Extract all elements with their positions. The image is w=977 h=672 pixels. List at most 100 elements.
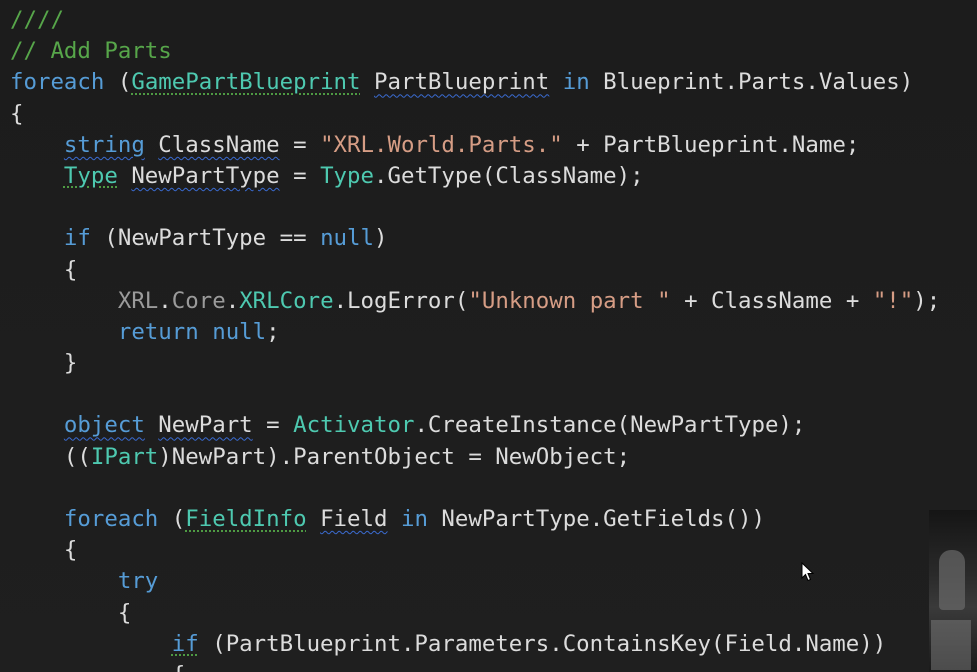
code-line[interactable]: } xyxy=(10,348,940,379)
code-token: { xyxy=(10,256,78,283)
code-line[interactable]: if (NewPartType == null) xyxy=(10,223,940,254)
code-token: (( xyxy=(10,443,91,470)
code-token: { xyxy=(10,537,78,564)
code-line[interactable] xyxy=(10,192,940,223)
code-token: "!" xyxy=(872,287,914,314)
code-token: ( xyxy=(158,506,186,532)
code-line[interactable]: return null; xyxy=(10,317,940,348)
code-token: IPart xyxy=(90,443,159,470)
code-token: FieldInfo xyxy=(185,506,307,532)
code-token: if xyxy=(63,225,91,252)
code-token: foreach xyxy=(63,506,159,532)
code-token: "Unknown part " xyxy=(468,287,671,314)
code-line[interactable]: { xyxy=(10,255,940,286)
code-token: "XRL.World.Parts." xyxy=(320,131,563,158)
code-token: ; xyxy=(266,318,280,345)
code-token: XRLCore xyxy=(239,287,334,314)
code-token: return xyxy=(117,318,199,345)
code-token: NewPartType xyxy=(131,162,280,189)
code-token: ); xyxy=(913,287,941,314)
code-line[interactable]: //// xyxy=(10,5,940,36)
code-line[interactable]: foreach (GamePartBlueprint PartBlueprint… xyxy=(10,67,940,98)
code-token: ( xyxy=(104,69,132,96)
code-token: )NewPart).ParentObject = NewObject; xyxy=(158,443,631,470)
code-token: foreach xyxy=(10,69,105,96)
code-line[interactable]: // Add Parts xyxy=(10,36,940,67)
code-line[interactable]: object NewPart = Activator.CreateInstanc… xyxy=(10,410,940,441)
code-token: NewPart xyxy=(158,412,253,439)
code-line[interactable]: if (PartBlueprint.Parameters.ContainsKey… xyxy=(10,629,940,660)
code-token: + PartBlueprint.Name; xyxy=(562,131,860,158)
code-token: = xyxy=(279,162,321,189)
code-line[interactable]: { xyxy=(10,99,940,130)
code-token: { xyxy=(10,100,24,127)
code-token: . xyxy=(158,287,172,314)
code-token: in xyxy=(400,506,428,532)
code-token: object xyxy=(63,412,145,439)
code-line[interactable]: string ClassName = "XRL.World.Parts." + … xyxy=(10,130,940,161)
code-token: + ClassName + xyxy=(670,287,873,314)
code-token: (PartBlueprint.Parameters.ContainsKey(Fi… xyxy=(198,630,887,657)
code-line[interactable]: { xyxy=(10,598,940,629)
code-token: (NewPartType == xyxy=(90,225,321,252)
code-token: . xyxy=(225,287,240,314)
code-token: Activator xyxy=(293,412,415,439)
code-token: { xyxy=(10,662,186,672)
code-token: GamePartBlueprint xyxy=(131,69,361,96)
code-token: NewPartType.GetFields()) xyxy=(427,506,765,532)
code-token: = xyxy=(252,412,294,439)
code-line[interactable] xyxy=(10,473,940,504)
code-line[interactable] xyxy=(10,379,940,410)
code-line[interactable]: XRL.Core.XRLCore.LogError("Unknown part … xyxy=(10,286,940,317)
code-token: .CreateInstance(NewPartType); xyxy=(414,412,806,439)
code-token: PartBlueprint xyxy=(374,69,550,96)
code-token: ) xyxy=(373,225,388,252)
code-token: = xyxy=(279,131,321,158)
code-token: } xyxy=(10,350,78,377)
code-editor[interactable]: ////// Add Parts foreach (GamePartBluepri… xyxy=(0,0,977,672)
code-line[interactable]: foreach (FieldInfo Field in NewPartType.… xyxy=(10,504,940,535)
code-token: //// xyxy=(10,7,64,33)
code-token: .LogError( xyxy=(333,287,469,314)
mouse-pointer-icon xyxy=(801,562,815,582)
code-token: try xyxy=(117,568,159,595)
webcam-figure xyxy=(939,550,965,610)
code-token: null xyxy=(212,318,267,345)
code-token: XRL xyxy=(117,287,159,314)
code-token: Field xyxy=(320,506,388,532)
webcam-overlay xyxy=(929,510,977,672)
webcam-figure-base xyxy=(931,620,971,670)
code-token: Type xyxy=(63,162,118,189)
code-token: { xyxy=(10,599,132,626)
code-token: in xyxy=(562,69,590,96)
code-token: ClassName xyxy=(158,131,280,158)
code-token: if xyxy=(171,630,199,657)
code-token: Core xyxy=(171,287,226,314)
code-line[interactable]: { xyxy=(10,660,940,672)
code-token: null xyxy=(320,225,374,252)
code-line[interactable]: ((IPart)NewPart).ParentObject = NewObjec… xyxy=(10,442,940,473)
code-token: // Add Parts xyxy=(10,38,172,65)
code-token: Type xyxy=(320,162,374,189)
code-line[interactable]: Type NewPartType = Type.GetType(ClassNam… xyxy=(10,161,940,192)
code-token: Blueprint.Parts.Values) xyxy=(589,69,914,96)
code-token: string xyxy=(63,131,145,158)
code-token: .GetType(ClassName); xyxy=(374,162,644,189)
